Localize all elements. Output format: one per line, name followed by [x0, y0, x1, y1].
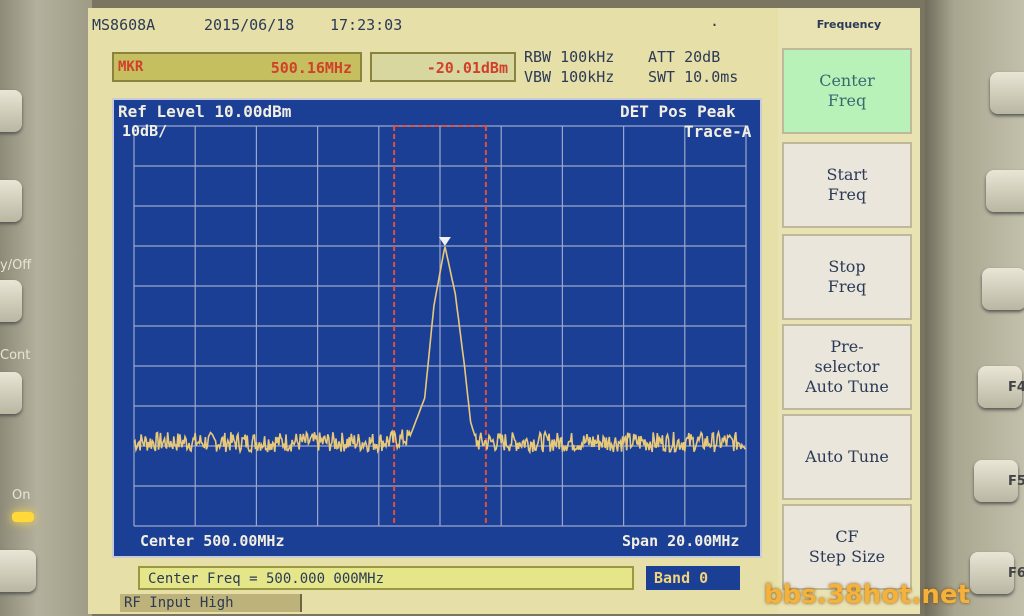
power-led-icon	[12, 512, 34, 522]
ref-level-label: Ref Level 10.00dBm	[118, 102, 292, 121]
span-label: Span 20.00MHz	[622, 532, 740, 550]
att-setting: ATT 20dB	[648, 48, 721, 66]
function-key-f6-label: F6	[1008, 566, 1024, 581]
center-frequency-label: Center 500.00MHz	[140, 532, 285, 550]
function-key-2[interactable]	[986, 170, 1024, 212]
status-bar: MS8608A 2015/06/18 17:23:03 ·	[88, 16, 778, 38]
marker-frequency-box: MKR 500.16MHz	[112, 52, 362, 82]
hardware-key-3[interactable]	[0, 280, 22, 322]
status-indicator-icon: ·	[710, 16, 720, 34]
spectrum-chart	[133, 125, 747, 527]
watermark-text: bbs.38hot.net	[764, 580, 971, 610]
marker-amplitude: -20.01dBm	[426, 59, 508, 77]
marker-frequency: 500.16MHz	[270, 59, 352, 77]
hardware-key-1[interactable]	[0, 90, 22, 132]
spectrum-display: Ref Level 10.00dBm 10dB/ DET Pos Peak Tr…	[112, 98, 762, 558]
bezel-label-yoff: y/Off	[0, 258, 32, 273]
hardware-key-4[interactable]	[0, 372, 22, 414]
vbw-setting: VBW 100kHz	[524, 68, 615, 86]
softkey-menu: Frequency Center Freq Start Freq Stop Fr…	[778, 8, 920, 614]
marker-triangle-icon	[438, 237, 451, 247]
command-line: Center Freq = 500.000 000MHz	[138, 566, 634, 590]
detector-label: DET Pos Peak	[620, 102, 736, 121]
function-key-3[interactable]	[982, 268, 1024, 310]
softkey-center-freq[interactable]: Center Freq	[782, 48, 912, 134]
marker-amplitude-box: -20.01dBm	[370, 52, 516, 82]
command-line-text: Center Freq = 500.000 000MHz	[148, 571, 385, 587]
band-text: Band 0	[654, 569, 709, 587]
rf-status-bar: RF Input High	[120, 594, 302, 612]
function-key-f5-label: F5	[1008, 474, 1024, 489]
scale-label: 10dB/	[122, 122, 168, 140]
softkey-stop-freq[interactable]: Stop Freq	[782, 234, 912, 320]
function-key-1[interactable]	[990, 72, 1024, 114]
rbw-setting: RBW 100kHz	[524, 48, 615, 66]
bezel-label-cont: Cont	[0, 348, 31, 363]
softkey-preselector-auto-tune[interactable]: Pre- selector Auto Tune	[782, 324, 912, 410]
marker-label: MKR	[118, 59, 144, 75]
band-indicator: Band 0	[646, 566, 740, 590]
bezel-label-on: On	[12, 488, 31, 503]
analyzer-screen: MS8608A 2015/06/18 17:23:03 · MKR 500.16…	[88, 8, 778, 614]
softkey-auto-tune[interactable]: Auto Tune	[782, 414, 912, 500]
trace-label: Trace-A	[684, 122, 752, 141]
function-key-f4-label: F4	[1008, 380, 1024, 395]
model-name: MS8608A	[92, 16, 156, 34]
hardware-key-5[interactable]	[0, 550, 36, 592]
time-display: 17:23:03	[330, 16, 403, 34]
softkey-cf-step-size[interactable]: CF Step Size	[782, 504, 912, 590]
swt-setting: SWT 10.0ms	[648, 68, 739, 86]
menu-title: Frequency	[816, 18, 882, 31]
softkey-start-freq[interactable]: Start Freq	[782, 142, 912, 228]
hardware-key-2[interactable]	[0, 180, 22, 222]
rf-status-text: RF Input High	[124, 595, 234, 611]
date-display: 2015/06/18	[204, 16, 295, 34]
